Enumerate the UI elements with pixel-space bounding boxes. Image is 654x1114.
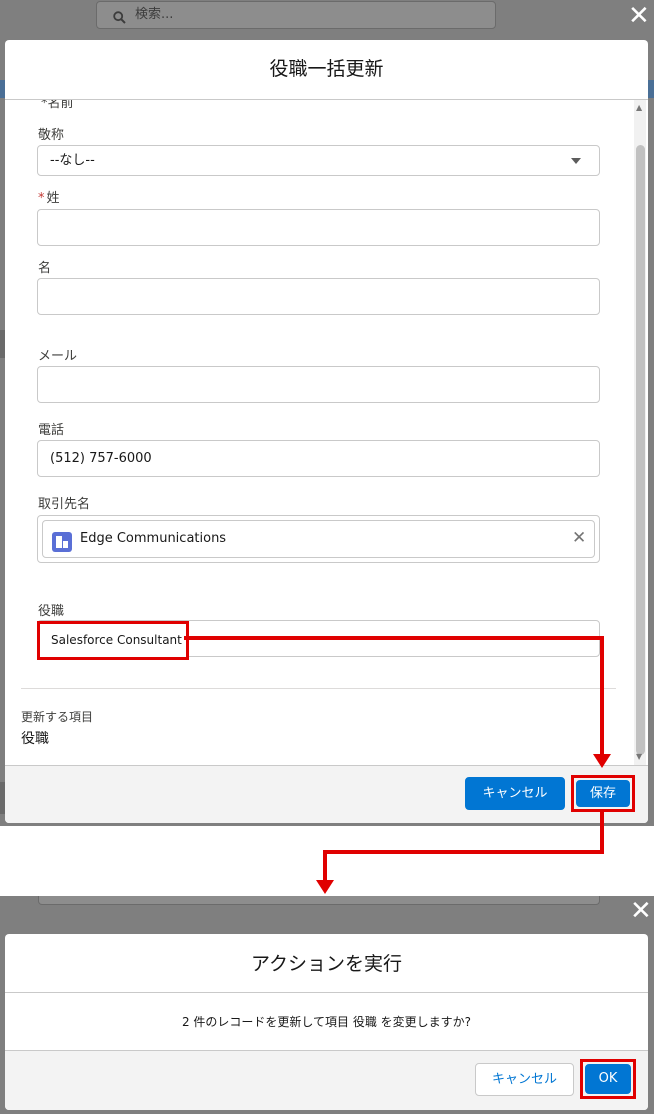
annotation-line xyxy=(323,850,327,882)
ok-button[interactable]: OK xyxy=(585,1064,631,1094)
save-button-highlight: 保存 xyxy=(571,775,635,812)
ok-button-highlight: OK xyxy=(580,1059,636,1099)
required-mark: * xyxy=(38,191,45,206)
background-input-fragment xyxy=(38,896,600,905)
modal-title: 役職一括更新 xyxy=(5,40,648,100)
name-section-label: *名前 xyxy=(41,100,74,111)
modal-title: アクションを実行 xyxy=(5,934,648,993)
chevron-down-icon xyxy=(571,158,581,164)
update-items-label: 更新する項目 xyxy=(21,710,94,724)
scroll-down-icon[interactable]: ▼ xyxy=(636,752,642,761)
annotation-line xyxy=(184,636,604,640)
global-search-input[interactable]: 検索... xyxy=(96,1,496,29)
salutation-select[interactable]: --なし-- xyxy=(37,145,600,176)
close-icon[interactable]: ✕ xyxy=(630,898,652,924)
annotation-line xyxy=(323,850,604,854)
lastname-label: * 姓 xyxy=(38,191,60,206)
cancel-button[interactable]: キャンセル xyxy=(475,1063,574,1096)
section-divider xyxy=(21,688,616,689)
modal-footer: キャンセル OK xyxy=(5,1050,648,1110)
modal-body: *名前 敬称 --なし-- * 姓 名 メール 電話 (512) 757-6000… xyxy=(5,100,648,765)
clear-icon[interactable]: ✕ xyxy=(572,528,586,548)
phone-input[interactable]: (512) 757-6000 xyxy=(37,440,600,477)
mass-update-modal: 役職一括更新 *名前 敬称 --なし-- * 姓 名 メール 電話 (512) 7… xyxy=(5,40,648,823)
confirm-action-modal: アクションを実行 2 件のレコードを更新して項目 役職 を変更しますか? キャン… xyxy=(5,934,648,1110)
account-value: Edge Communications xyxy=(80,531,227,546)
cancel-button[interactable]: キャンセル xyxy=(465,777,565,810)
title-value: Salesforce Consultant xyxy=(51,633,182,647)
search-icon xyxy=(113,8,126,34)
scrollbar-thumb[interactable] xyxy=(636,145,645,755)
annotation-line xyxy=(600,636,604,756)
salutation-label: 敬称 xyxy=(38,128,65,143)
annotation-line xyxy=(600,812,604,854)
search-placeholder: 検索... xyxy=(135,7,174,22)
title-label: 役職 xyxy=(38,604,65,619)
phone-value: (512) 757-6000 xyxy=(50,451,152,466)
email-input[interactable] xyxy=(37,366,600,403)
account-lookup[interactable]: Edge Communications ✕ xyxy=(37,515,600,563)
firstname-input[interactable] xyxy=(37,278,600,315)
confirm-message: 2 件のレコードを更新して項目 役職 を変更しますか? xyxy=(181,1015,472,1029)
annotation-arrowhead xyxy=(316,880,334,894)
salutation-value: --なし-- xyxy=(50,153,95,168)
update-items-value: 役職 xyxy=(21,731,49,747)
annotation-arrowhead xyxy=(593,754,611,768)
phone-label: 電話 xyxy=(38,423,65,438)
save-button[interactable]: 保存 xyxy=(576,780,630,807)
account-pill[interactable]: Edge Communications ✕ xyxy=(42,520,595,558)
account-icon xyxy=(52,532,72,552)
modal-footer: キャンセル 保存 xyxy=(5,765,648,823)
scroll-up-icon[interactable]: ▲ xyxy=(636,103,642,112)
firstname-label: 名 xyxy=(38,261,52,276)
title-value-highlight: Salesforce Consultant xyxy=(37,621,189,660)
lastname-input[interactable] xyxy=(37,209,600,246)
close-icon[interactable]: ✕ xyxy=(628,3,650,29)
account-label: 取引先名 xyxy=(38,497,91,512)
email-label: メール xyxy=(38,349,78,364)
background-tab-edge-right xyxy=(648,80,654,98)
